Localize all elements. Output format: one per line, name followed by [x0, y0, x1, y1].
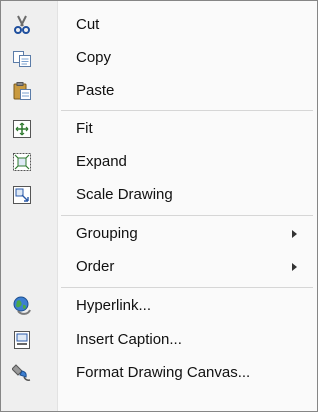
- fit-canvas-icon: [12, 119, 32, 139]
- menu-item-format-drawing-canvas[interactable]: Format Drawing Canvas...: [1, 356, 317, 390]
- menu-item-label: Fit: [76, 120, 93, 137]
- menu-item-label: Format Drawing Canvas...: [76, 364, 251, 381]
- copy-icon: [12, 48, 32, 68]
- menu-item-label: Grouping: [76, 225, 138, 242]
- menu-item-label: Hyperlink...: [76, 297, 152, 314]
- menu-item-cut[interactable]: Cut: [1, 8, 317, 42]
- submenu-arrow-icon: [292, 230, 297, 238]
- menu-item-label: Order: [76, 258, 115, 275]
- menu-item-insert-caption[interactable]: Insert Caption...: [1, 323, 317, 357]
- menu-item-label: Expand: [76, 153, 127, 170]
- menu-item-expand[interactable]: Expand: [1, 145, 317, 179]
- context-menu: Cut Copy Paste Fit Expand Scale Drawing …: [0, 0, 318, 412]
- submenu-arrow-icon: [292, 263, 297, 271]
- format-canvas-icon: [11, 363, 32, 383]
- expand-canvas-icon: [12, 152, 32, 172]
- menu-item-label: Insert Caption...: [76, 331, 182, 348]
- menu-item-label: Scale Drawing: [76, 186, 173, 203]
- menu-item-paste[interactable]: Paste: [1, 74, 317, 108]
- menu-item-label: Paste: [76, 82, 115, 99]
- menu-item-grouping[interactable]: Grouping: [1, 217, 317, 251]
- menu-item-label: Cut: [76, 16, 100, 33]
- menu-separator: [61, 110, 313, 111]
- paste-clipboard-icon: [12, 81, 32, 101]
- menu-item-scale-drawing[interactable]: Scale Drawing: [1, 178, 317, 212]
- hyperlink-globe-icon: [12, 296, 32, 316]
- menu-item-fit[interactable]: Fit: [1, 112, 317, 146]
- menu-item-order[interactable]: Order: [1, 250, 317, 284]
- scissors-icon: [12, 15, 32, 35]
- caption-icon: [12, 330, 32, 350]
- menu-separator: [61, 215, 313, 216]
- menu-item-label: Copy: [76, 49, 112, 66]
- scale-drawing-icon: [12, 185, 32, 205]
- menu-item-hyperlink[interactable]: Hyperlink...: [1, 289, 317, 323]
- menu-item-copy[interactable]: Copy: [1, 41, 317, 75]
- menu-separator: [61, 287, 313, 288]
